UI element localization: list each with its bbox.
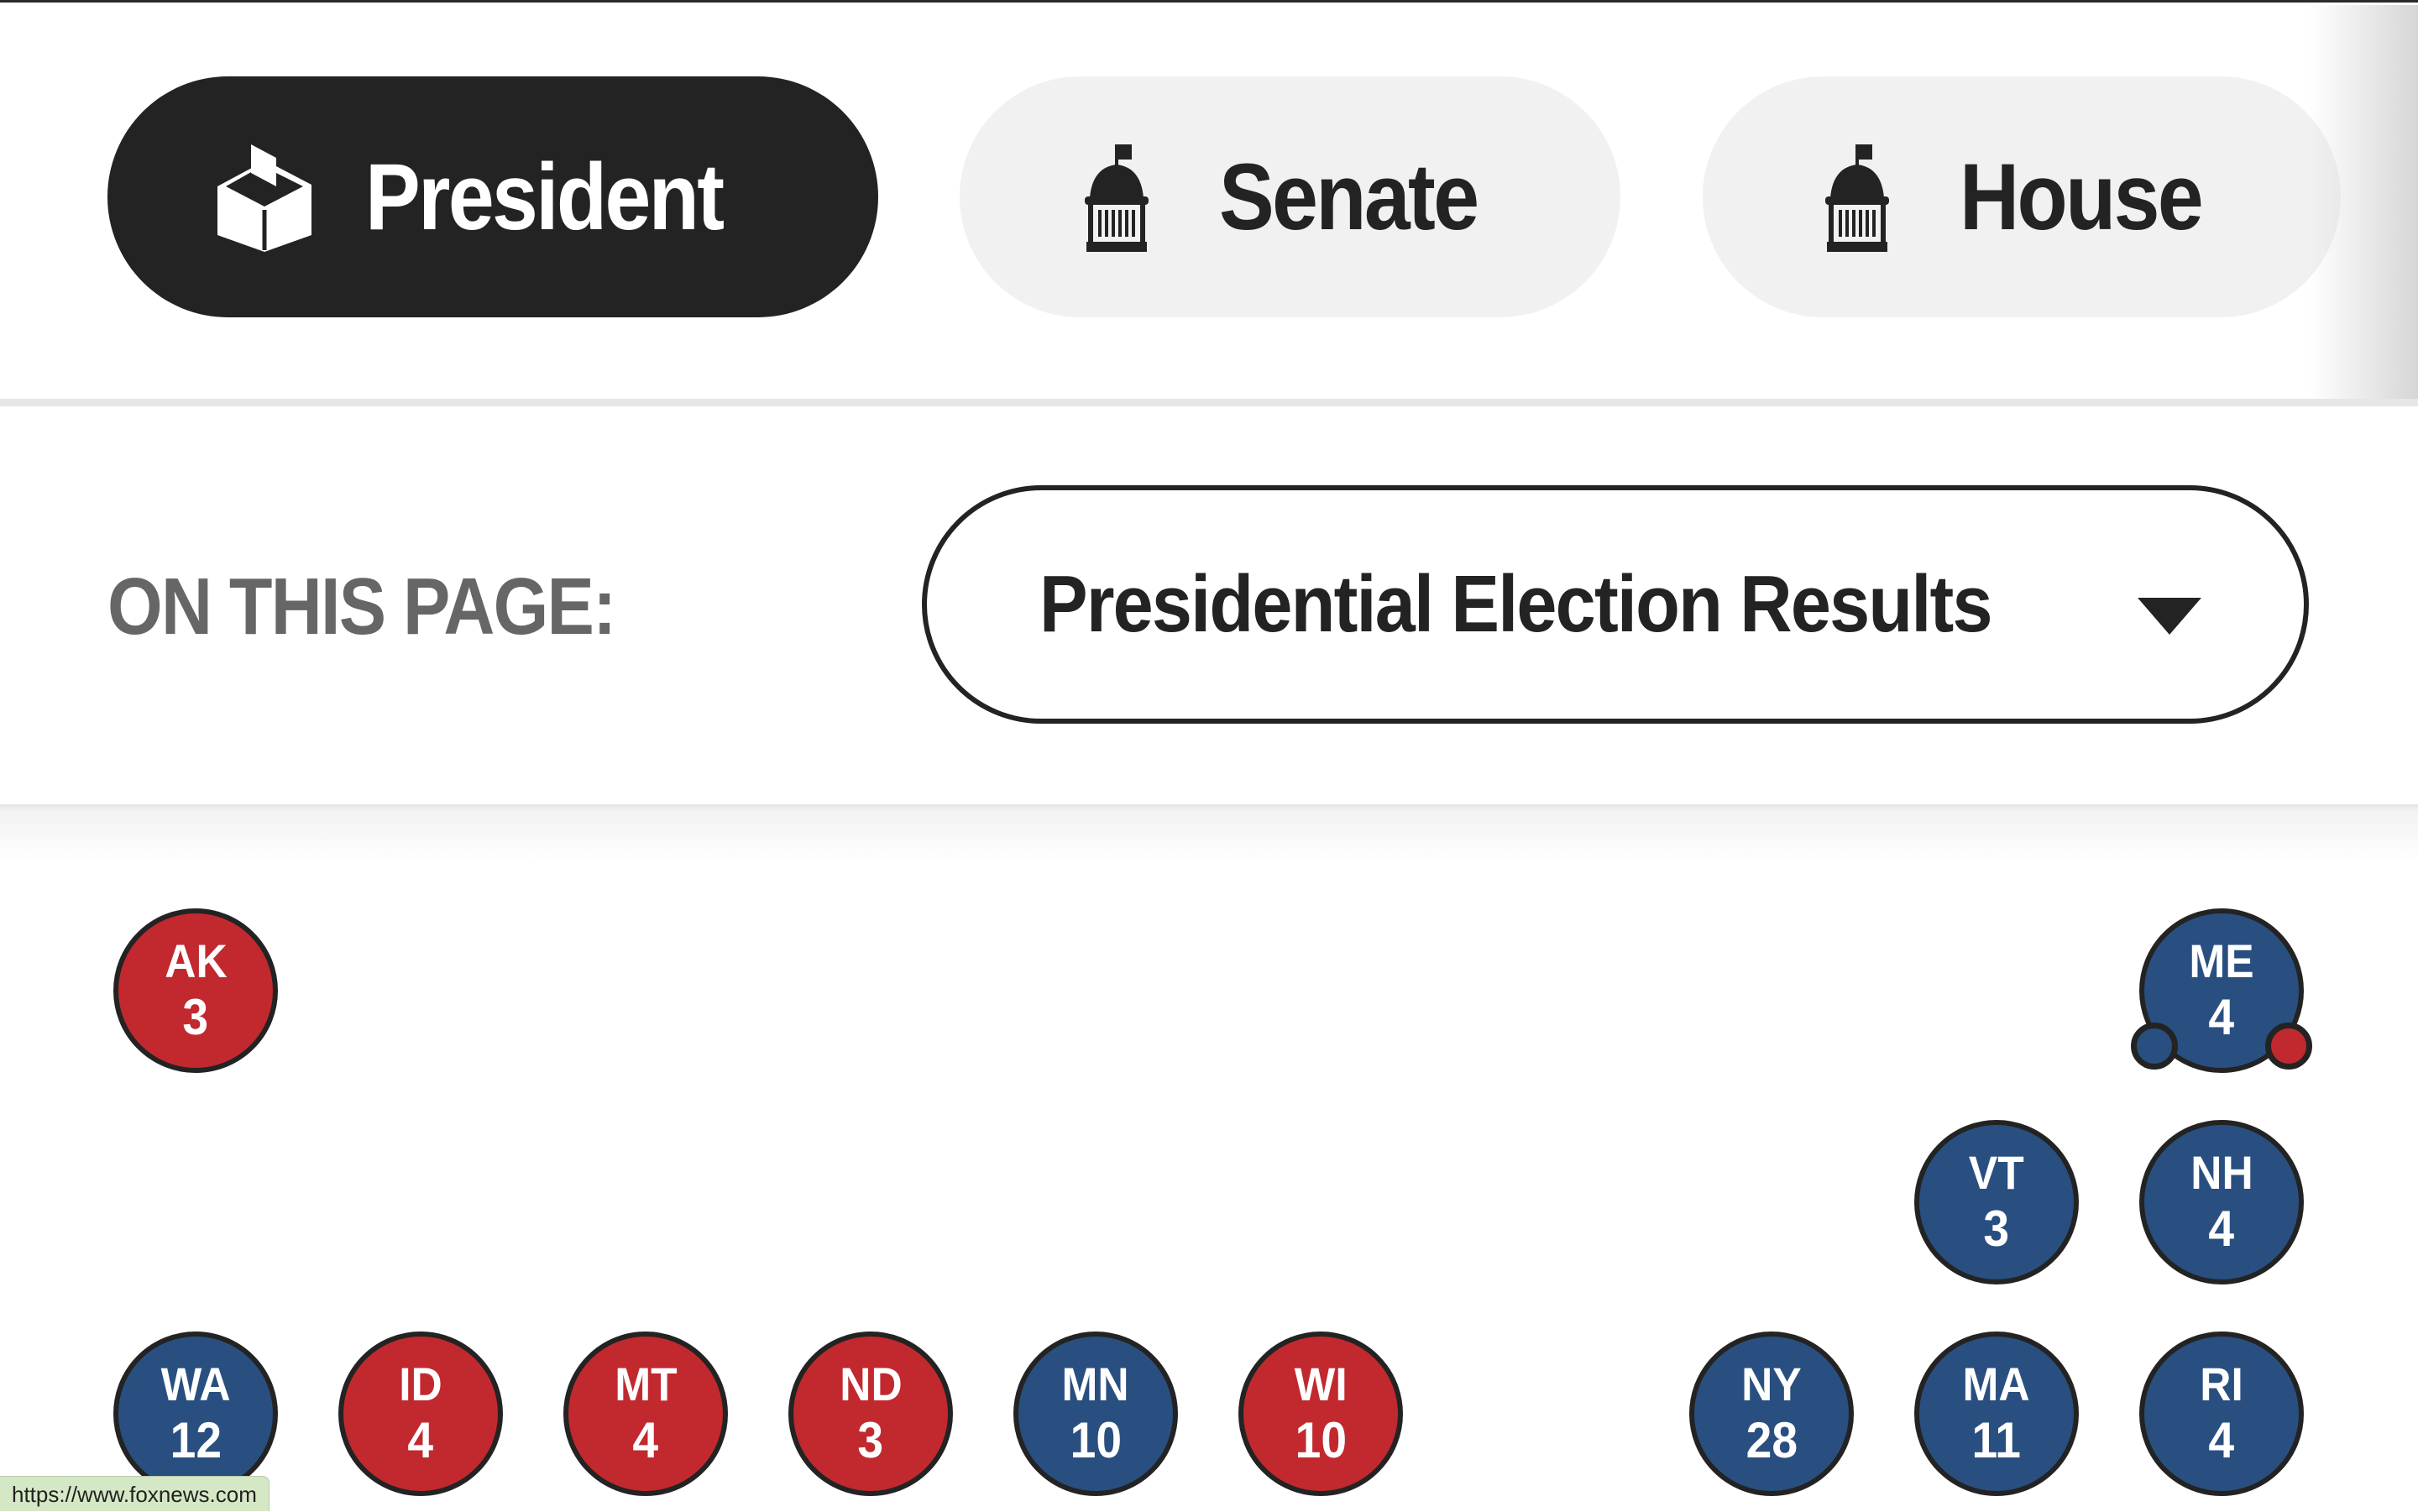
electoral-votes: 4 bbox=[632, 1412, 659, 1468]
tab-label: Senate bbox=[1218, 144, 1479, 249]
state-abbr: VT bbox=[1969, 1146, 2024, 1199]
state-tile-vt[interactable]: VT 3 bbox=[1914, 1120, 2079, 1284]
divider bbox=[0, 399, 2418, 406]
state-tile-mn[interactable]: MN 10 bbox=[1013, 1332, 1178, 1496]
state-tile-nd[interactable]: ND 3 bbox=[788, 1332, 953, 1496]
electoral-votes: 12 bbox=[170, 1412, 222, 1468]
electoral-votes: 10 bbox=[1295, 1412, 1347, 1468]
electoral-votes: 3 bbox=[182, 989, 209, 1045]
state-tile-wa[interactable]: WA 12 bbox=[113, 1332, 278, 1496]
capitol-dome-icon bbox=[1808, 143, 1909, 252]
state-tile-wi[interactable]: WI 10 bbox=[1238, 1332, 1403, 1496]
tab-senate[interactable]: Senate bbox=[960, 76, 1620, 317]
electoral-votes: 28 bbox=[1745, 1412, 1798, 1468]
capitol-dome-icon bbox=[1068, 143, 1169, 252]
state-abbr: ND bbox=[839, 1358, 903, 1410]
tab-house[interactable]: House bbox=[1703, 76, 2341, 317]
electoral-votes: 3 bbox=[857, 1412, 884, 1468]
tab-label: House bbox=[1960, 144, 2204, 249]
state-tile-ny[interactable]: NY 28 bbox=[1689, 1332, 1854, 1496]
state-tile-ak[interactable]: AK 3 bbox=[113, 908, 278, 1073]
scroll-fade bbox=[2309, 5, 2418, 401]
section-dropdown[interactable]: Presidential Election Results bbox=[922, 485, 2309, 724]
ballot-box-icon bbox=[214, 143, 315, 252]
electoral-votes: 4 bbox=[2208, 1412, 2235, 1468]
state-abbr: ID bbox=[399, 1358, 442, 1410]
state-abbr: WA bbox=[160, 1358, 231, 1410]
state-abbr: NH bbox=[2190, 1146, 2253, 1199]
caret-down-icon bbox=[2138, 598, 2201, 635]
state-abbr: MA bbox=[1962, 1358, 2031, 1410]
electoral-votes: 4 bbox=[2208, 1201, 2235, 1257]
state-abbr: RI bbox=[2200, 1358, 2243, 1410]
electoral-votes: 3 bbox=[1983, 1201, 2010, 1257]
state-tile-nh[interactable]: NH 4 bbox=[2139, 1120, 2304, 1284]
state-abbr: NY bbox=[1741, 1358, 1802, 1410]
section-shadow bbox=[0, 804, 2418, 863]
status-bar-url: https://www.foxnews.com bbox=[0, 1476, 270, 1511]
district-dot-me-1[interactable] bbox=[2131, 1023, 2178, 1070]
electoral-votes: 10 bbox=[1070, 1412, 1122, 1468]
state-abbr: AK bbox=[164, 934, 228, 987]
race-type-tabs: President Senate House bbox=[0, 3, 2418, 401]
state-abbr: WI bbox=[1294, 1358, 1348, 1410]
state-abbr: ME bbox=[2189, 934, 2254, 987]
tab-label: President bbox=[365, 144, 725, 249]
state-tile-mt[interactable]: MT 4 bbox=[563, 1332, 728, 1496]
on-this-page-label: ON THIS PAGE: bbox=[107, 562, 616, 651]
electoral-votes: 4 bbox=[2208, 989, 2235, 1045]
electoral-votes: 4 bbox=[407, 1412, 434, 1468]
state-tile-ma[interactable]: MA 11 bbox=[1914, 1332, 2079, 1496]
state-abbr: MN bbox=[1061, 1358, 1130, 1410]
tab-president[interactable]: President bbox=[107, 76, 878, 317]
electoral-votes: 11 bbox=[1971, 1412, 2022, 1468]
dropdown-selected-value: Presidential Election Results bbox=[1039, 559, 1993, 649]
state-tile-ri[interactable]: RI 4 bbox=[2139, 1332, 2304, 1496]
state-abbr: MT bbox=[614, 1358, 678, 1410]
state-tile-id[interactable]: ID 4 bbox=[338, 1332, 503, 1496]
district-dot-me-2[interactable] bbox=[2265, 1023, 2312, 1070]
